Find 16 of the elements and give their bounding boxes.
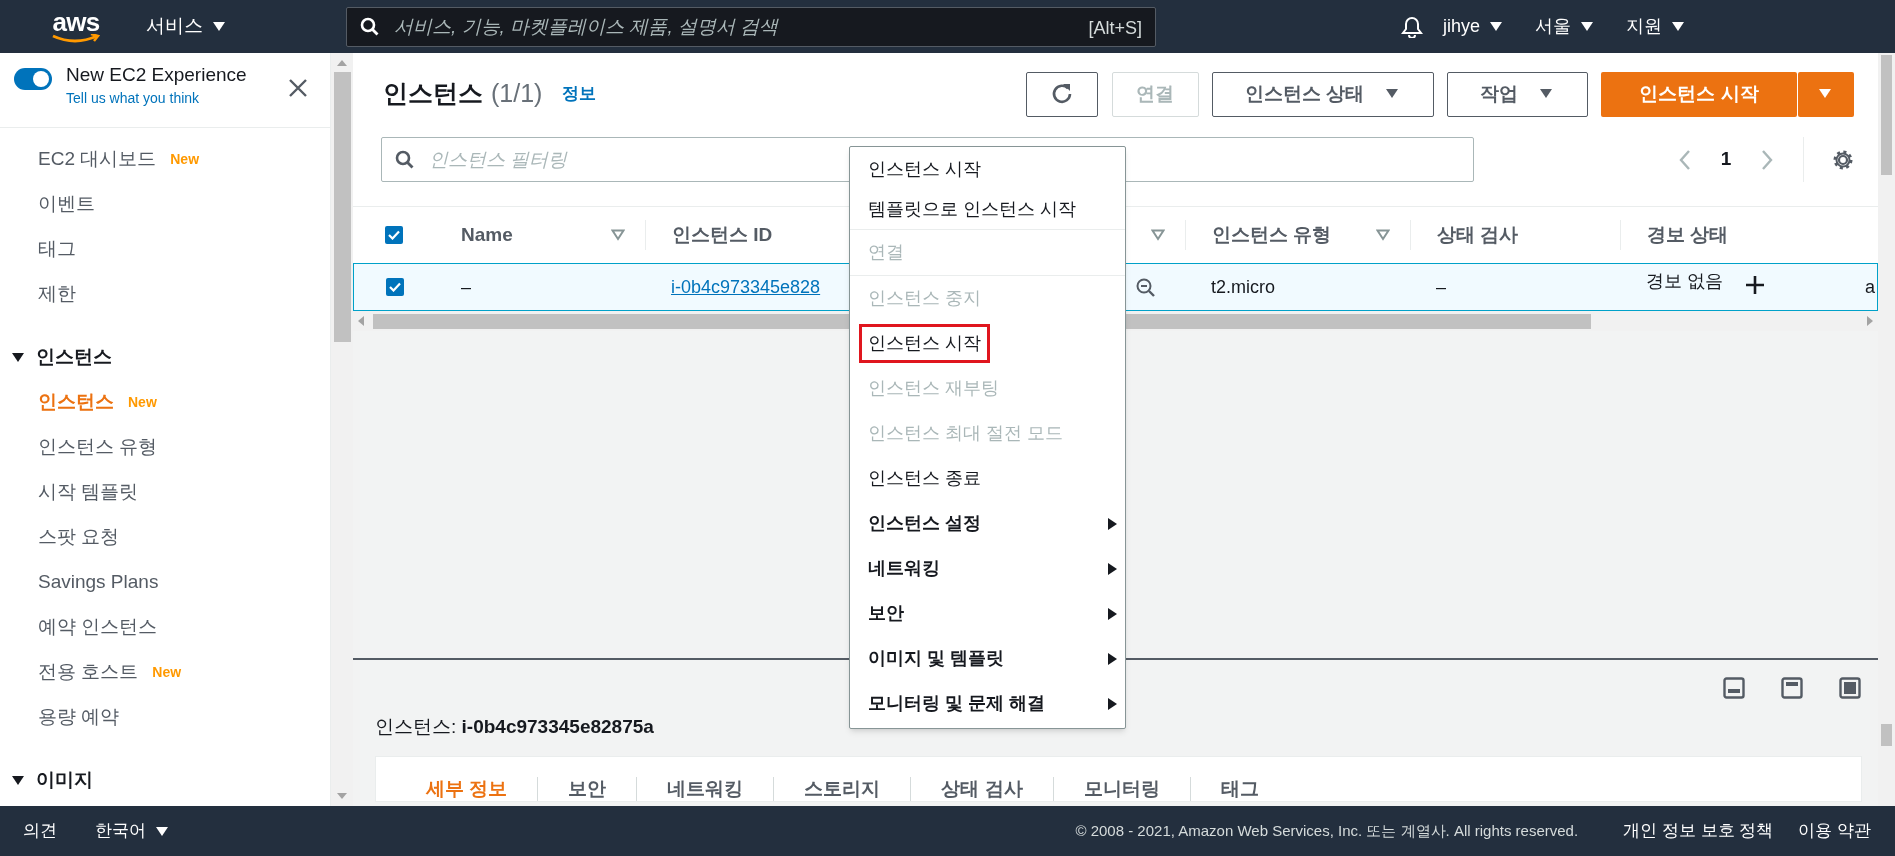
new-label: New — [128, 393, 157, 412]
details-title: 인스턴스: i-0b4c973345e82875a — [374, 715, 655, 739]
table-cell: a — [1865, 276, 1875, 297]
instance-count: (1/1) — [491, 78, 543, 110]
toggle-label: New EC2 Experience — [66, 63, 247, 87]
new-label: New — [170, 150, 200, 169]
table-cell-text: – — [461, 275, 471, 299]
logo-text: aws — [52, 10, 100, 34]
new-label: New — [152, 663, 182, 682]
highlighted-label: 인스턴스 시작 — [859, 324, 990, 363]
copyright-text: © 2008 - 2021, Amazon Web Services, Inc. 또는 계열사. All rights reserved. — [1075, 820, 1579, 841]
shortcut-hint: [Alt+S] — [1088, 16, 1142, 40]
page-title: 인스턴스 — [383, 78, 483, 110]
table-cell-text: – — [1436, 275, 1446, 299]
table-cell-text: 경보 없음 — [1646, 270, 1723, 293]
table-cell-text: t2.micro — [1211, 275, 1275, 299]
